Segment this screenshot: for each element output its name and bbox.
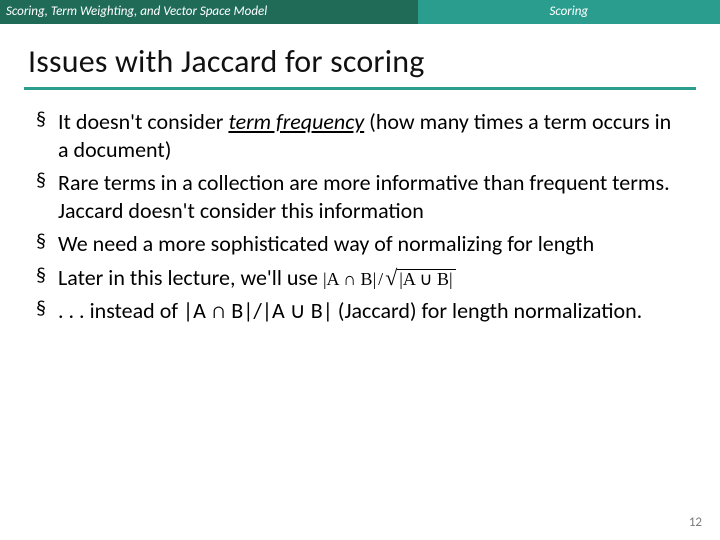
header-right: Scoring — [418, 0, 720, 24]
header-bar: Scoring, Term Weighting, and Vector Spac… — [0, 0, 720, 24]
radical-icon: √ — [385, 269, 397, 287]
list-item: Rare terms in a collection are more info… — [36, 169, 684, 224]
list-item: We need a more sophisticated way of norm… — [36, 230, 684, 258]
text: Rare terms in a collection are more info… — [58, 169, 670, 224]
slide-body: It doesn't consider term frequency (how … — [0, 90, 720, 325]
emph-term-frequency: term frequency — [228, 108, 364, 135]
list-item: Later in this lecture, we'll use |A ∩ B|… — [36, 264, 684, 292]
bullet-list: It doesn't consider term frequency (how … — [36, 108, 684, 325]
formula-sep: / — [378, 268, 383, 291]
list-item: It doesn't consider term frequency (how … — [36, 108, 684, 163]
header-left: Scoring, Term Weighting, and Vector Spac… — [0, 0, 418, 24]
sqrt: √ |A ∪ B| — [385, 269, 455, 289]
formula-denom: |A ∪ B| — [397, 269, 455, 289]
text: It doesn't consider — [58, 108, 228, 135]
formula: |A ∩ B| / √ |A ∪ B| — [323, 268, 456, 291]
formula-numer: |A ∩ B| — [323, 268, 376, 291]
list-item: . . . instead of |A ∩ B|/|A ∪ B| (Jaccar… — [36, 297, 684, 325]
slide-title: Issues with Jaccard for scoring — [0, 24, 720, 87]
text: . . . instead of |A ∩ B|/|A ∪ B| (Jaccar… — [58, 297, 642, 324]
text: Later in this lecture, we'll use — [58, 264, 323, 291]
text: We need a more sophisticated way of norm… — [58, 230, 594, 257]
page-number: 12 — [689, 515, 702, 530]
